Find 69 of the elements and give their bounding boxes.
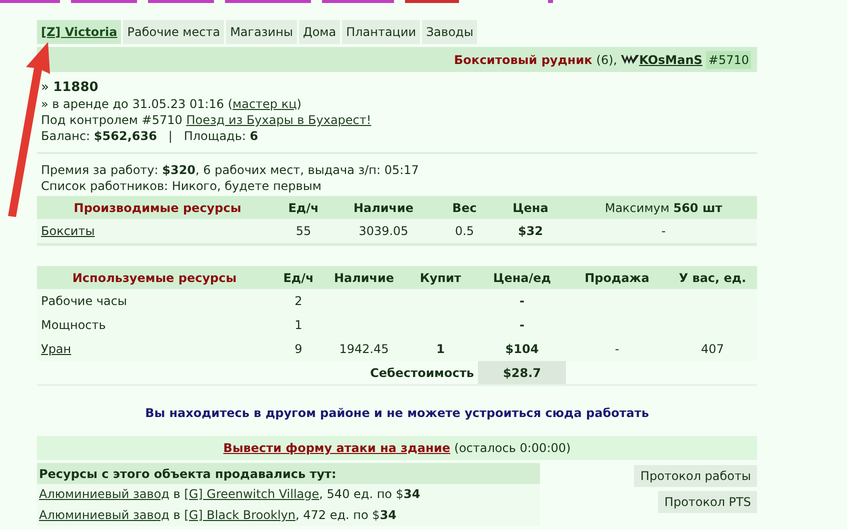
- tab[interactable]: Рабочие места: [123, 20, 224, 44]
- info-text: в: [172, 487, 182, 501]
- column-header: Наличие: [329, 196, 438, 219]
- table-cell: $104: [478, 337, 566, 361]
- protocol-button[interactable]: Протокол работы: [634, 465, 757, 487]
- link[interactable]: Алюминиевый завод: [39, 487, 170, 501]
- link[interactable]: мастер кц: [232, 97, 297, 111]
- table-cell: 9: [272, 337, 325, 361]
- info-text: Под контролем #5710: [41, 113, 184, 127]
- info-text: , 540 ед. по $34: [319, 487, 420, 501]
- column-header: Используемые ресурсы: [37, 266, 272, 289]
- table-cell: 407: [668, 337, 757, 361]
- value-text: 11880: [53, 80, 98, 95]
- table-cell: Рабочие часы: [37, 289, 272, 313]
- link[interactable]: Поезд из Бухары в Бухарест!: [186, 113, 372, 127]
- building-count: (6),: [596, 52, 618, 68]
- column-header: У вас, ед.: [668, 266, 757, 289]
- notice-text: Вы находитесь в другом районе и не можете устроиться сюда работать: [144, 405, 650, 422]
- protocol-button[interactable]: Протокол PTS: [658, 491, 757, 513]
- link[interactable]: [G] Greenwitch Village: [184, 487, 320, 501]
- sales-title: Ресурсы с этого объекта продавались тут:: [37, 463, 540, 484]
- column-header: Максимум 560 шт: [570, 196, 757, 219]
- work-info-text: Список работников: Никого, будете первым: [41, 178, 322, 194]
- table-cell: 1: [272, 313, 325, 337]
- table-cell: -: [478, 313, 566, 337]
- tab[interactable]: Дома: [298, 20, 340, 44]
- resource-link[interactable]: Уран: [41, 342, 72, 356]
- cost-label: Себестоимость: [369, 364, 475, 382]
- column-header: Наличие: [325, 266, 403, 289]
- id-badge: #5710: [706, 50, 751, 68]
- column-header: Цена/ед: [478, 266, 566, 289]
- info-text: » в аренде до 31.05.23 01:16 (: [41, 97, 233, 111]
- table-cell: -: [478, 289, 566, 313]
- column-header: Производимые ресурсы: [37, 196, 278, 219]
- column-header: Вес: [438, 196, 491, 219]
- link[interactable]: [G] Black Brooklyn: [184, 508, 296, 522]
- table-cell: Мощность: [37, 313, 272, 337]
- table-cell: 0.5: [438, 219, 491, 243]
- info-text: Баланс: $562,636 | Площадь: 6: [41, 129, 258, 143]
- attack-link[interactable]: Вывести форму атаки на здание: [223, 439, 450, 457]
- column-header: Ед/ч: [272, 266, 325, 289]
- table-cell: 55: [278, 219, 329, 243]
- column-header: Купит: [403, 266, 478, 289]
- table-cell: 1: [403, 337, 478, 361]
- tab[interactable]: Плантации: [342, 20, 420, 44]
- info-text: ): [296, 97, 302, 111]
- table-cell: 1942.45: [325, 337, 403, 361]
- building-title: Бокситовый рудник: [454, 52, 592, 68]
- info-text: »: [41, 80, 50, 95]
- link[interactable]: Алюминиевый завод: [39, 508, 170, 522]
- column-header: Продажа: [566, 266, 668, 289]
- tab[interactable]: [Z] Victoria: [37, 20, 122, 44]
- table-cell: -: [570, 219, 757, 243]
- table-cell: 3039.05: [329, 219, 438, 243]
- work-info-text: Премия за работу: $320, 6 рабочих мест, выдача з/п: 05:17: [41, 162, 420, 178]
- remaining-time-text: (осталось 0:00:00): [454, 440, 571, 457]
- resource-link[interactable]: Бокситы: [41, 224, 95, 238]
- tab[interactable]: Магазины: [226, 20, 297, 44]
- tab[interactable]: Заводы: [422, 20, 478, 44]
- table-cell: -: [566, 337, 668, 361]
- info-text: в: [172, 508, 182, 522]
- cost-value: $28.7: [478, 361, 566, 384]
- table-cell: $32: [491, 219, 570, 243]
- table-cell: 2: [272, 289, 325, 313]
- owner-link[interactable]: KOsManS: [639, 50, 702, 68]
- info-text: , 472 ед. по $34: [296, 508, 397, 522]
- logo-icon: [621, 55, 640, 64]
- column-header: Цена: [491, 196, 570, 219]
- column-header: Ед/ч: [278, 196, 329, 219]
